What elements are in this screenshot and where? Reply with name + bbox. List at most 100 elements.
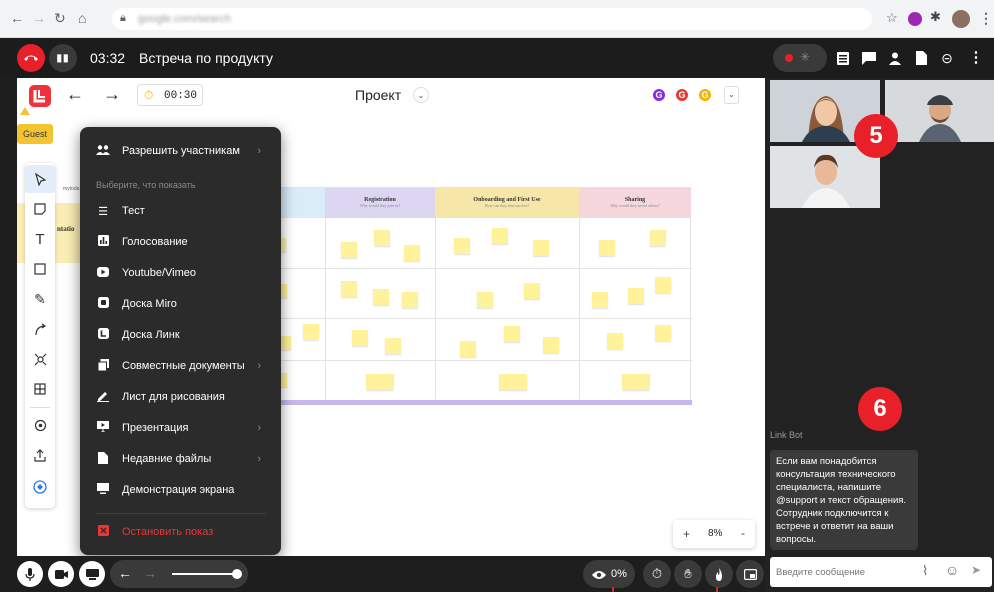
board-header: ← → ⏱ 00:30 Проект ⌄ G G G ⌄ bbox=[17, 78, 765, 114]
participant-video-3[interactable] bbox=[770, 146, 880, 208]
chat-input-box: ⌇ ☺ ➤ bbox=[770, 557, 992, 587]
emoji-icon[interactable]: ☺ bbox=[945, 562, 959, 578]
menu-item-shared-documents[interactable]: Совместные документы › bbox=[80, 353, 281, 379]
timer-button[interactable]: ⏱ bbox=[643, 560, 671, 588]
user-avatar[interactable]: G bbox=[697, 87, 713, 103]
guest-cursor-label: Guest bbox=[17, 124, 53, 144]
reload-icon[interactable]: ↻ bbox=[54, 10, 66, 26]
document-icon[interactable] bbox=[913, 50, 929, 66]
reaction-button[interactable] bbox=[705, 560, 733, 588]
stopwatch-icon: ⏱ bbox=[144, 88, 154, 102]
menu-item-allow-participants[interactable]: Разрешить участникам › bbox=[80, 138, 281, 164]
raise-hand-button[interactable]: ✋︎ bbox=[674, 560, 702, 588]
menu-item-stop-share[interactable]: Остановить показ bbox=[80, 519, 281, 545]
upload-tool-icon[interactable] bbox=[25, 441, 55, 469]
send-icon[interactable]: ➤ bbox=[971, 563, 981, 577]
address-bar[interactable]: 🔒︎ google.com/search bbox=[112, 8, 872, 30]
pen-icon bbox=[96, 390, 110, 405]
frame-tool-icon[interactable] bbox=[25, 345, 55, 373]
more-options-icon[interactable]: ⋮ bbox=[969, 49, 984, 66]
zoom-level: 8% bbox=[708, 528, 723, 539]
shape-tool-icon[interactable] bbox=[25, 255, 55, 283]
sticky-note-tool-icon[interactable] bbox=[25, 195, 55, 223]
list-icon: ☰ bbox=[98, 205, 108, 218]
annotation-badge-5: 5 bbox=[854, 114, 898, 158]
menu-item-test[interactable]: ☰ Тест bbox=[80, 198, 281, 224]
menu-item-poll[interactable]: Голосование bbox=[80, 229, 281, 255]
participant-avatar-icon bbox=[770, 146, 880, 208]
forward-arrow-icon[interactable]: → bbox=[32, 10, 46, 26]
zoom-out-button[interactable]: - bbox=[741, 526, 745, 540]
table-tool-icon[interactable] bbox=[25, 375, 55, 403]
pause-button[interactable]: ▮▮ bbox=[49, 44, 77, 72]
forward-arrow-icon[interactable]: → bbox=[143, 565, 157, 581]
screen-share-button[interactable] bbox=[79, 561, 105, 587]
menu-item-presentation[interactable]: Презентация › bbox=[80, 415, 281, 441]
menu-item-youtube[interactable]: Youtube/Vimeo bbox=[80, 260, 281, 286]
participant-video-2[interactable] bbox=[885, 80, 994, 142]
profile-avatar[interactable] bbox=[952, 10, 970, 28]
meeting-topbar: ▮▮ 03:32 Встреча по продукту ✳ ⊝ ⋮ bbox=[0, 38, 994, 78]
redo-arrow-icon[interactable]: → bbox=[103, 84, 121, 105]
more-vert-icon[interactable]: ⋮ bbox=[979, 10, 993, 26]
journey-grid: Registration Why would they join us? Onb… bbox=[261, 187, 692, 405]
undo-arrow-icon[interactable]: ← bbox=[66, 84, 84, 105]
pause-icon: ▮▮ bbox=[56, 52, 70, 64]
back-arrow-icon[interactable]: ← bbox=[10, 10, 24, 26]
participants-list-icon[interactable] bbox=[835, 50, 851, 66]
extension-icon[interactable] bbox=[908, 12, 922, 26]
screen-icon bbox=[85, 568, 99, 580]
guest-cursor-icon bbox=[20, 107, 30, 115]
zoom-slider-handle[interactable] bbox=[232, 569, 242, 579]
camera-button[interactable] bbox=[48, 561, 74, 587]
viewers-indicator[interactable]: 0% bbox=[583, 560, 635, 588]
hangup-button[interactable] bbox=[17, 44, 45, 72]
chat-icon[interactable] bbox=[861, 50, 877, 66]
stamp-tool-icon[interactable] bbox=[25, 411, 55, 439]
user-avatar[interactable]: G bbox=[674, 87, 690, 103]
star-icon[interactable]: ☆ bbox=[886, 10, 898, 26]
connector-tool-icon[interactable] bbox=[25, 315, 55, 343]
bottom-controls: ← → 0% ⏱ ✋︎ bbox=[0, 556, 765, 592]
board-title: Проект bbox=[355, 87, 402, 103]
link-icon[interactable]: ⊝ bbox=[939, 50, 955, 66]
user-avatar[interactable]: G bbox=[651, 87, 667, 103]
attach-icon[interactable]: ⌇ bbox=[922, 563, 928, 579]
browser-toolbar: ← → ↻ ⌂ 🔒︎ google.com/search ☆ ✱ ⋮ bbox=[0, 0, 994, 38]
menu-item-drawing-sheet[interactable]: Лист для рисования bbox=[80, 384, 281, 410]
chat-message: Если вам понадобится консультация технич… bbox=[770, 450, 918, 550]
people-icon bbox=[96, 144, 110, 158]
poll-icon bbox=[96, 235, 110, 249]
chevron-right-icon: › bbox=[257, 453, 261, 465]
chat-input[interactable] bbox=[776, 563, 916, 581]
person-icon[interactable] bbox=[887, 50, 903, 66]
text-tool-icon[interactable]: T bbox=[25, 225, 55, 253]
menu-item-link-board[interactable]: Доска Линк bbox=[80, 322, 281, 348]
apps-tool-icon[interactable] bbox=[25, 473, 55, 501]
chevron-right-icon: › bbox=[257, 145, 261, 157]
picture-in-picture-button[interactable] bbox=[736, 560, 764, 588]
menu-item-miro[interactable]: Доска Miro bbox=[80, 291, 281, 317]
noise-icon: ✳ bbox=[800, 50, 811, 64]
pip-icon bbox=[743, 568, 757, 580]
home-icon[interactable]: ⌂ bbox=[78, 10, 86, 26]
avatars-dropdown-icon[interactable]: ⌄ bbox=[724, 86, 739, 104]
stopwatch-icon: ⏱ bbox=[651, 566, 663, 581]
grid-header-registration: Registration Why would they join us? bbox=[325, 188, 435, 218]
title-dropdown-icon[interactable]: ⌄ bbox=[413, 87, 429, 103]
back-arrow-icon[interactable]: ← bbox=[118, 565, 132, 581]
zoom-slider-track[interactable] bbox=[172, 573, 236, 575]
record-toggle[interactable]: ✳ bbox=[773, 44, 827, 72]
menu-item-recent-files[interactable]: Недавние файлы › bbox=[80, 446, 281, 472]
countdown-timer[interactable]: ⏱ 00:30 bbox=[137, 84, 203, 106]
pointer-marker bbox=[612, 587, 614, 592]
meeting-timer: 03:32 bbox=[90, 50, 126, 66]
select-tool-icon[interactable] bbox=[25, 165, 55, 193]
fire-icon bbox=[716, 567, 722, 581]
microphone-button[interactable] bbox=[17, 561, 43, 587]
menu-item-screen-share[interactable]: Демонстрация экрана bbox=[80, 477, 281, 503]
puzzle-icon[interactable]: ✱ bbox=[930, 9, 941, 25]
annotation-badge-6: 6 bbox=[858, 387, 902, 431]
pen-tool-icon[interactable]: ✎ bbox=[25, 285, 55, 313]
zoom-in-button[interactable]: + bbox=[683, 527, 690, 541]
